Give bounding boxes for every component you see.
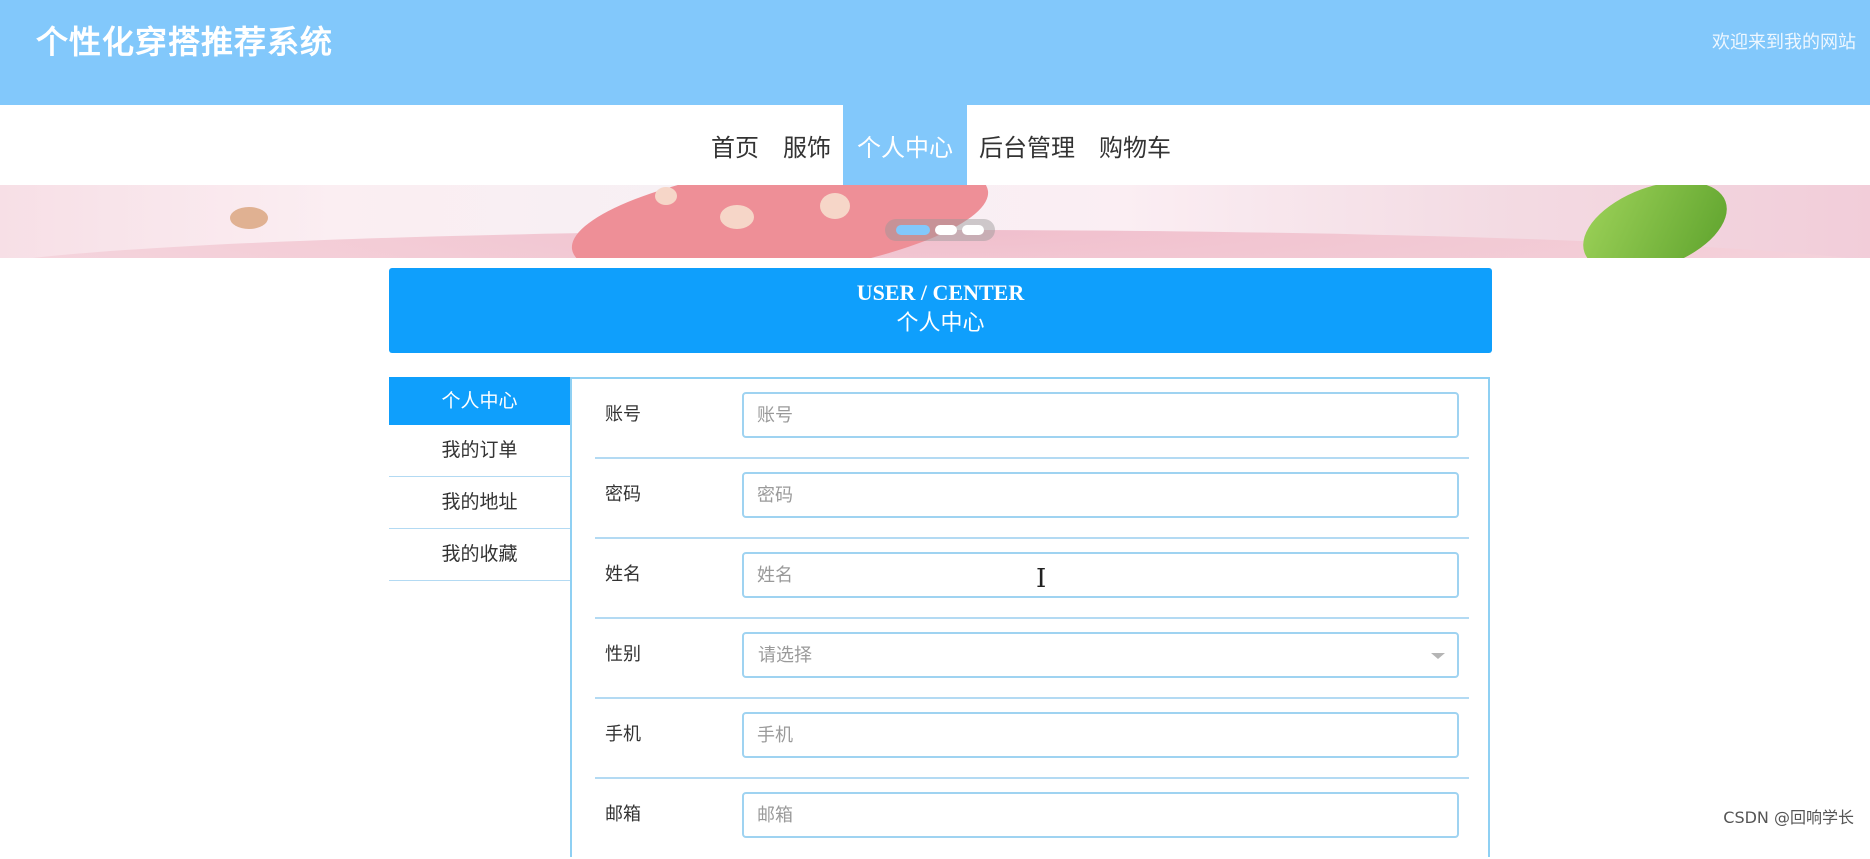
site-title: 个性化穿搭推荐系统 xyxy=(36,23,334,61)
top-header: 个性化穿搭推荐系统 欢迎来到我的网站 xyxy=(0,0,1870,105)
carousel-indicator xyxy=(885,219,995,241)
account-label: 账号 xyxy=(605,404,641,425)
user-center-title-cn: 个人中心 xyxy=(896,311,985,336)
user-sidebar: 个人中心 我的订单 我的地址 我的收藏 xyxy=(389,377,570,581)
nav-item-cart[interactable]: 购物车 xyxy=(1087,105,1183,185)
email-input[interactable] xyxy=(742,792,1459,838)
account-input[interactable] xyxy=(742,392,1459,438)
user-center-title-en: USER / CENTER xyxy=(856,280,1025,305)
nav-item-admin[interactable]: 后台管理 xyxy=(967,105,1087,185)
phone-label: 手机 xyxy=(605,724,641,745)
form-row-phone: 手机 xyxy=(595,699,1469,779)
profile-form: 账号 密码 姓名 性别 请选择 手机 邮箱 xyxy=(570,377,1490,857)
password-label: 密码 xyxy=(605,484,641,505)
gender-label: 性别 xyxy=(605,644,641,665)
nav-item-clothing[interactable]: 服饰 xyxy=(771,105,843,185)
carousel-dot-3[interactable] xyxy=(962,225,984,235)
text-cursor-icon: I xyxy=(1036,564,1047,594)
name-label: 姓名 xyxy=(605,564,641,585)
sidebar-item-favorites[interactable]: 我的收藏 xyxy=(389,529,570,581)
watermark: CSDN @回响学长 xyxy=(1723,808,1854,827)
nav-item-user-center[interactable]: 个人中心 xyxy=(843,105,967,185)
nav-item-home[interactable]: 首页 xyxy=(699,105,771,185)
sidebar-item-user-center[interactable]: 个人中心 xyxy=(389,377,570,425)
form-row-gender: 性别 请选择 xyxy=(595,619,1469,699)
form-row-password: 密码 xyxy=(595,459,1469,539)
banner-petal-dot xyxy=(655,187,677,205)
banner-carousel xyxy=(0,185,1870,258)
main-nav: 首页 服饰 个人中心 后台管理 购物车 xyxy=(0,105,1870,185)
nav-items: 首页 服饰 个人中心 后台管理 购物车 xyxy=(699,105,1183,185)
gender-select-value: 请选择 xyxy=(758,645,812,666)
welcome-text: 欢迎来到我的网站 xyxy=(1712,32,1856,53)
form-row-name: 姓名 xyxy=(595,539,1469,619)
banner-petal-dot xyxy=(720,205,754,229)
sidebar-item-orders[interactable]: 我的订单 xyxy=(389,425,570,477)
user-center-header: USER / CENTER 个人中心 xyxy=(389,268,1492,353)
banner-petal-dot xyxy=(820,193,850,219)
phone-input[interactable] xyxy=(742,712,1459,758)
carousel-dot-1[interactable] xyxy=(896,225,930,235)
carousel-dot-2[interactable] xyxy=(935,225,957,235)
form-row-account: 账号 xyxy=(595,379,1469,459)
chevron-down-icon xyxy=(1431,653,1445,659)
email-label: 邮箱 xyxy=(605,804,641,825)
name-input[interactable] xyxy=(742,552,1459,598)
form-row-email: 邮箱 xyxy=(595,779,1469,859)
password-input[interactable] xyxy=(742,472,1459,518)
sidebar-item-address[interactable]: 我的地址 xyxy=(389,477,570,529)
banner-bee-image xyxy=(230,207,268,229)
gender-select[interactable]: 请选择 xyxy=(742,632,1459,678)
